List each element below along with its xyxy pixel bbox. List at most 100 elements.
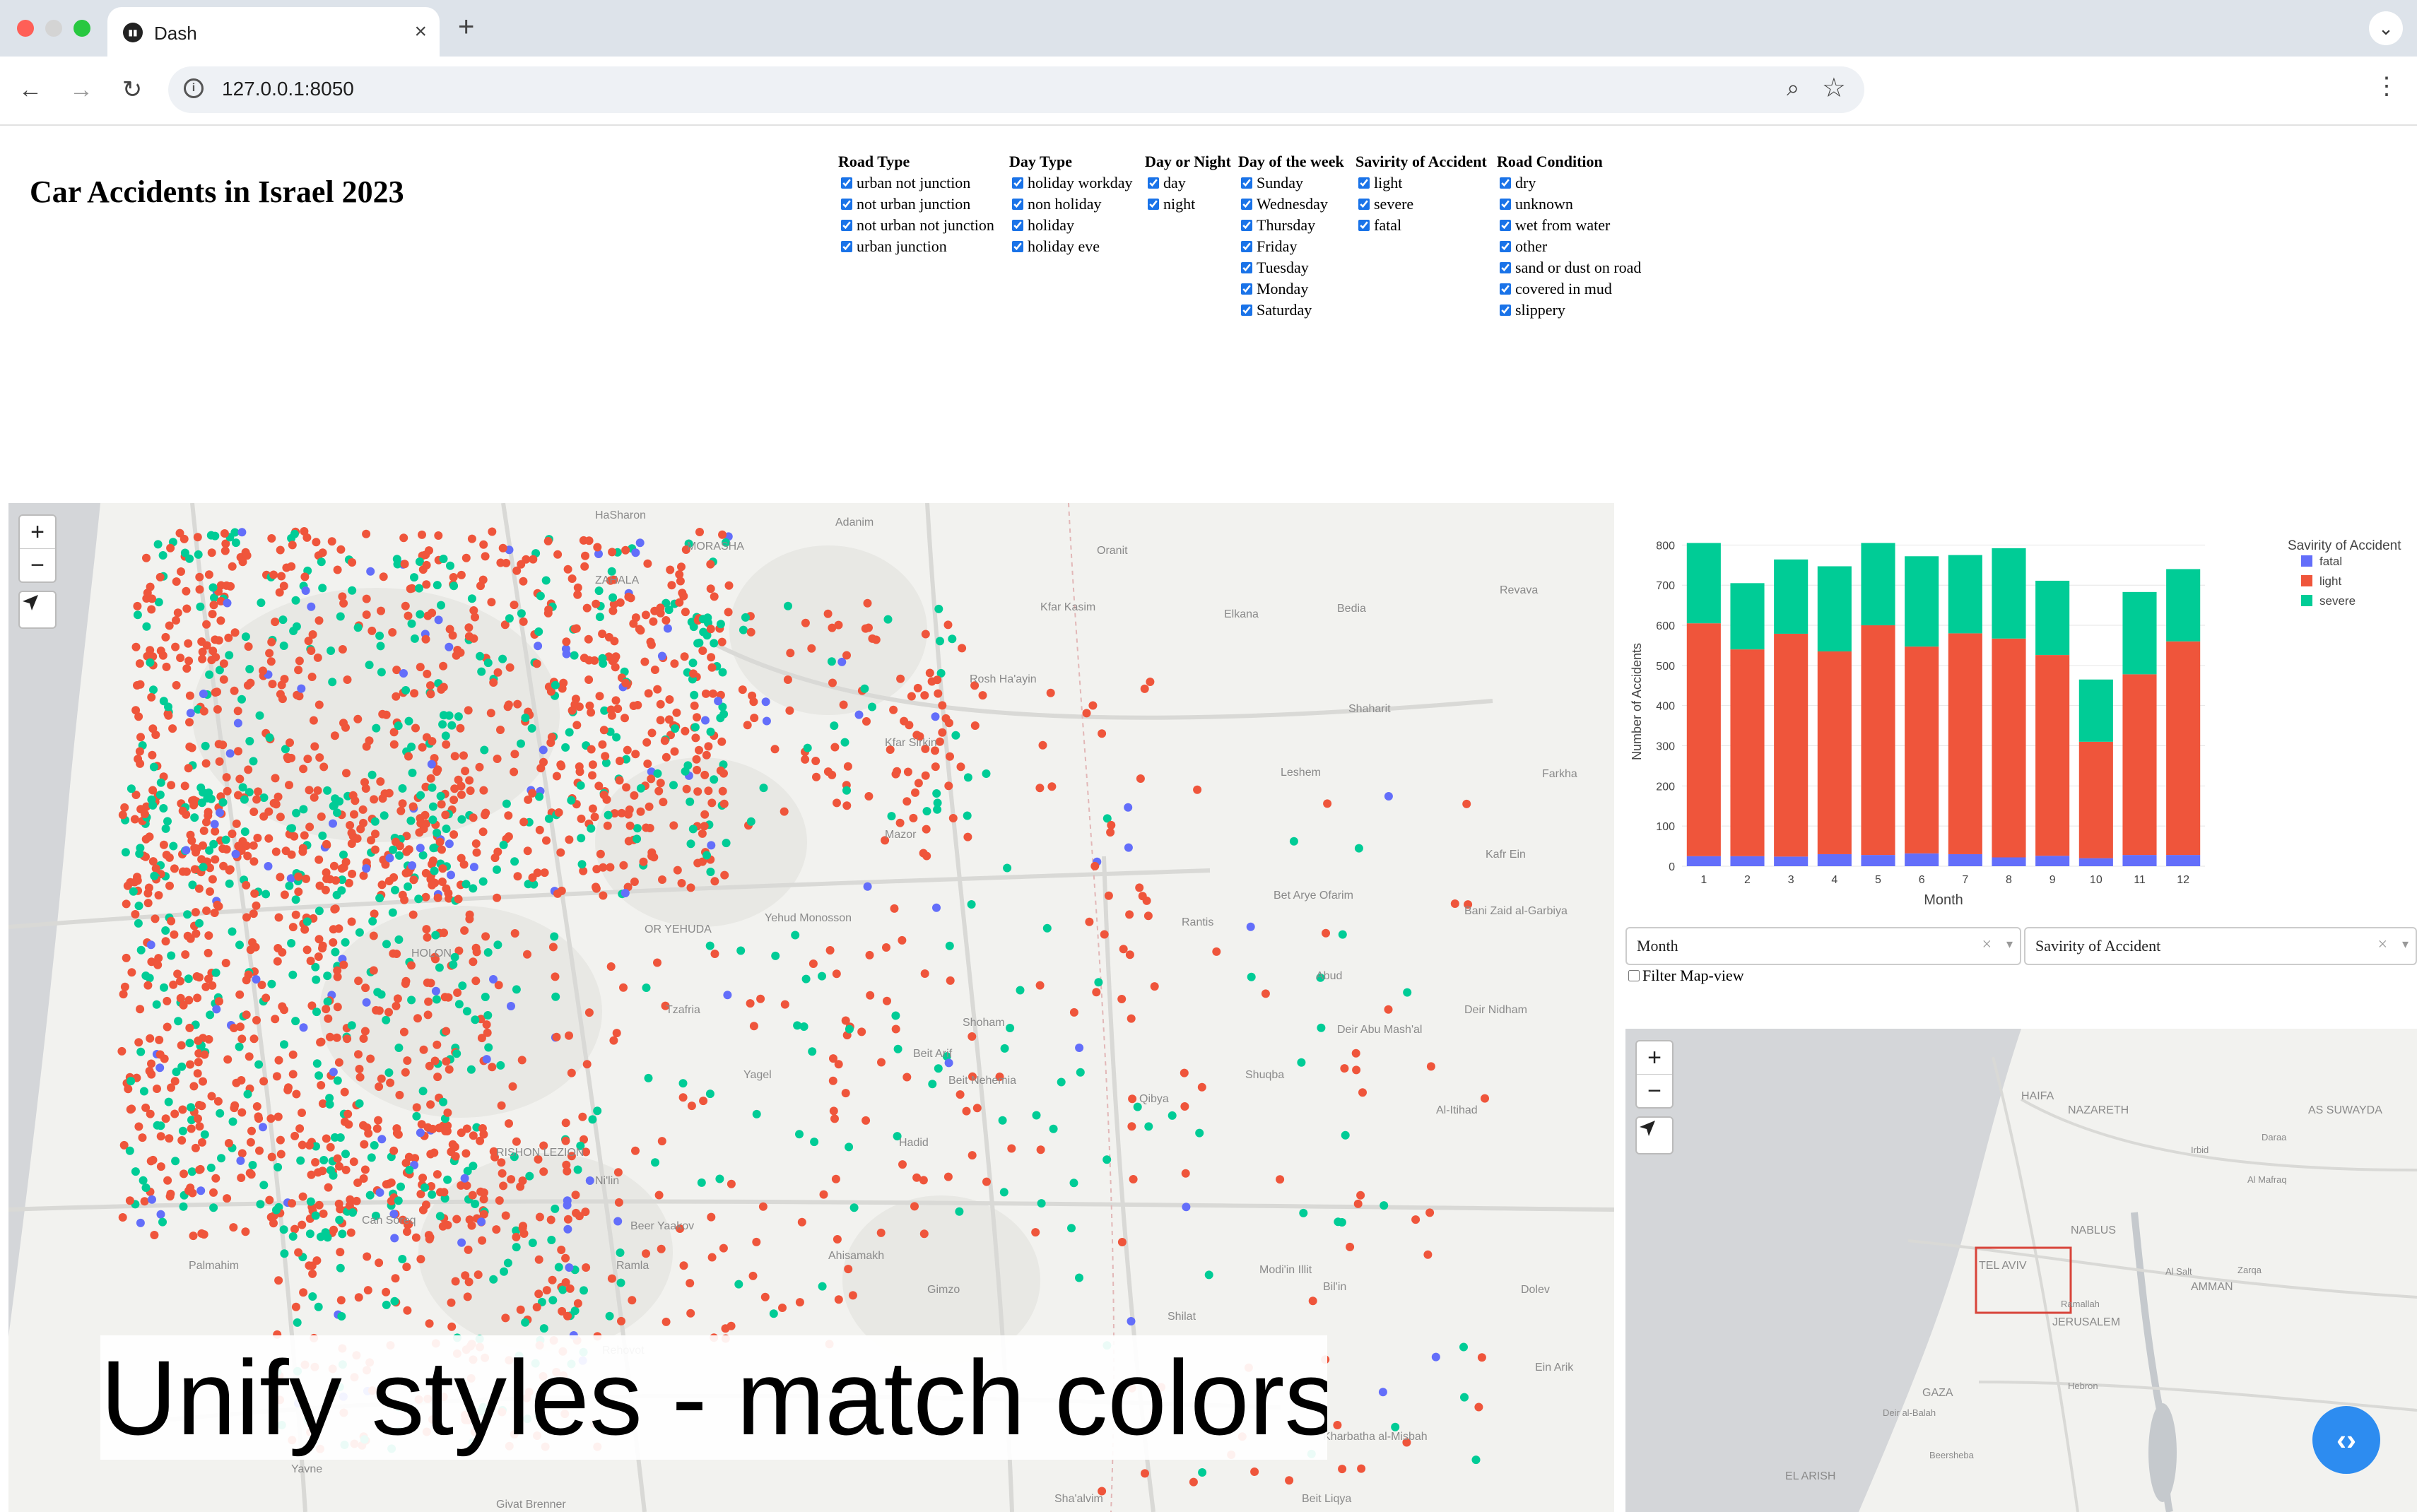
accident-point[interactable] xyxy=(608,548,617,557)
accident-point[interactable] xyxy=(172,1068,181,1077)
filter-option[interactable]: light xyxy=(1355,172,1487,194)
accident-point[interactable] xyxy=(1378,1388,1387,1397)
accident-point[interactable] xyxy=(254,1114,264,1123)
accident-point[interactable] xyxy=(174,1017,183,1026)
url-text[interactable]: 127.0.0.1:8050 xyxy=(222,78,354,100)
accident-point[interactable] xyxy=(580,654,589,663)
accident-point[interactable] xyxy=(314,1168,322,1177)
accident-point[interactable] xyxy=(746,999,755,1008)
accident-point[interactable] xyxy=(334,1058,343,1067)
accident-point[interactable] xyxy=(1142,896,1151,905)
accident-point[interactable] xyxy=(408,802,418,811)
accident-point[interactable] xyxy=(222,773,231,782)
accident-point[interactable] xyxy=(302,945,312,955)
accident-point[interactable] xyxy=(630,791,639,800)
accident-point[interactable] xyxy=(827,657,836,666)
accident-point[interactable] xyxy=(172,616,180,625)
accident-point[interactable] xyxy=(718,786,727,796)
accident-point[interactable] xyxy=(504,811,513,820)
accident-point[interactable] xyxy=(408,910,418,919)
accident-point[interactable] xyxy=(488,527,497,536)
close-window-icon[interactable] xyxy=(17,20,34,37)
filter-checkbox[interactable] xyxy=(1500,220,1511,231)
accident-point[interactable] xyxy=(495,1196,504,1205)
accident-point[interactable] xyxy=(178,1126,187,1135)
accident-point[interactable] xyxy=(233,719,242,728)
accident-point[interactable] xyxy=(274,1056,283,1065)
bar-segment-fatal[interactable] xyxy=(1992,857,2026,866)
accident-point[interactable] xyxy=(512,1232,521,1241)
accident-point[interactable] xyxy=(211,635,220,644)
accident-point[interactable] xyxy=(693,765,702,774)
accident-point[interactable] xyxy=(230,628,240,637)
accident-point[interactable] xyxy=(318,548,327,557)
accident-point[interactable] xyxy=(312,975,321,984)
accident-point[interactable] xyxy=(188,1188,197,1198)
accident-point[interactable] xyxy=(748,691,757,700)
accident-point[interactable] xyxy=(245,665,254,673)
accident-point[interactable] xyxy=(294,1248,303,1257)
bar-segment-fatal[interactable] xyxy=(2122,855,2157,866)
accident-point[interactable] xyxy=(1127,1317,1136,1325)
accident-point[interactable] xyxy=(317,1081,326,1089)
accident-point[interactable] xyxy=(133,601,142,610)
accident-point[interactable] xyxy=(181,950,190,959)
accident-point[interactable] xyxy=(699,1097,708,1106)
filter-checkbox[interactable] xyxy=(1241,220,1252,231)
accidents-bar-chart[interactable]: 01002003004005006007008001 2 3 4 5 6 7 8 9 10 11 12… xyxy=(1625,509,2414,933)
accident-point[interactable] xyxy=(1356,1191,1365,1200)
accident-point[interactable] xyxy=(1411,1215,1421,1224)
accident-point[interactable] xyxy=(616,757,624,765)
legend-swatch[interactable] xyxy=(2301,555,2312,567)
accident-point[interactable] xyxy=(752,1237,761,1246)
accident-point[interactable] xyxy=(830,743,840,752)
accident-point[interactable] xyxy=(657,1137,666,1146)
accident-point[interactable] xyxy=(606,962,616,971)
bar-segment-fatal[interactable] xyxy=(1730,856,1765,866)
accident-point[interactable] xyxy=(513,699,522,709)
address-bar[interactable]: i 127.0.0.1:8050 ⌕ ☆ xyxy=(168,66,1864,113)
filter-checkbox[interactable] xyxy=(1358,220,1370,231)
accident-point[interactable] xyxy=(1007,1144,1016,1153)
filter-checkbox[interactable] xyxy=(1241,177,1252,189)
accident-point[interactable] xyxy=(982,1177,991,1186)
accident-point[interactable] xyxy=(242,1010,251,1020)
accident-point[interactable] xyxy=(565,1263,574,1272)
accident-point[interactable] xyxy=(534,1289,543,1299)
accident-point[interactable] xyxy=(793,1021,802,1030)
accident-point[interactable] xyxy=(717,637,727,646)
accident-point[interactable] xyxy=(223,1055,233,1064)
accident-point[interactable] xyxy=(477,1217,486,1227)
accident-point[interactable] xyxy=(968,1151,977,1160)
accident-point[interactable] xyxy=(707,653,716,662)
accident-point[interactable] xyxy=(164,1097,173,1106)
accident-point[interactable] xyxy=(480,745,489,755)
accident-point[interactable] xyxy=(399,1027,408,1036)
accident-point[interactable] xyxy=(840,738,849,747)
accident-point[interactable] xyxy=(521,714,530,722)
accident-point[interactable] xyxy=(1351,1049,1360,1058)
accident-point[interactable] xyxy=(483,1028,492,1037)
accident-point[interactable] xyxy=(539,1324,548,1333)
accident-point[interactable] xyxy=(710,877,719,886)
accident-point[interactable] xyxy=(268,680,277,689)
accident-point[interactable] xyxy=(932,903,941,912)
accident-point[interactable] xyxy=(158,1217,167,1227)
accident-point[interactable] xyxy=(158,551,167,560)
accident-point[interactable] xyxy=(193,533,202,542)
accident-point[interactable] xyxy=(375,631,384,640)
accident-point[interactable] xyxy=(508,1082,517,1091)
accident-point[interactable] xyxy=(338,592,347,601)
accident-point[interactable] xyxy=(318,831,327,840)
bar-segment-fatal[interactable] xyxy=(1948,854,1982,866)
accident-point[interactable] xyxy=(998,1116,1007,1125)
accident-point[interactable] xyxy=(389,1146,399,1155)
accident-point[interactable] xyxy=(450,752,459,761)
accident-point[interactable] xyxy=(982,769,991,778)
accident-point[interactable] xyxy=(313,653,322,662)
accident-point[interactable] xyxy=(801,618,810,627)
accident-point[interactable] xyxy=(839,700,848,709)
accident-point[interactable] xyxy=(118,1213,127,1222)
accident-point[interactable] xyxy=(967,900,976,909)
accident-point[interactable] xyxy=(198,1138,206,1147)
